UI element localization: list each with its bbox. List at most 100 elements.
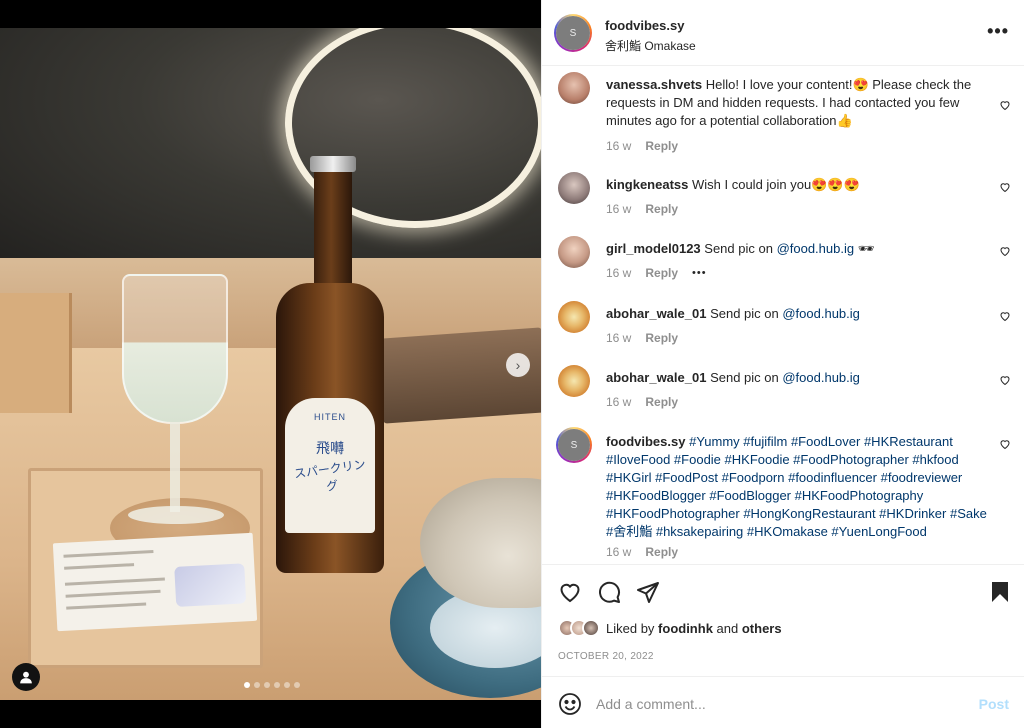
- avatar-image: S: [558, 429, 590, 461]
- more-icon[interactable]: •••: [987, 22, 1009, 40]
- comment-text: abohar_wale_01 Send pic on @food.hub.ig: [606, 369, 991, 387]
- comment-like-button[interactable]: [999, 181, 1011, 193]
- carousel-next-button[interactable]: ›: [506, 353, 530, 377]
- carousel-dot: [274, 682, 280, 688]
- comment-time[interactable]: 16 w: [606, 202, 631, 216]
- comment-input[interactable]: [596, 691, 956, 717]
- emoji-icon: [559, 693, 581, 715]
- comments-list[interactable]: vanessa.shvets Hello! I love your conten…: [542, 67, 1024, 564]
- heart-icon: [1000, 101, 1010, 111]
- avatar[interactable]: [558, 301, 590, 333]
- photo-bottle-cap: [310, 156, 356, 172]
- comment-like-button[interactable]: [999, 310, 1011, 322]
- comment-text: vanessa.shvets Hello! I love your conten…: [606, 76, 991, 130]
- comment-body: Send pic on: [710, 370, 783, 385]
- save-button[interactable]: [988, 580, 1012, 604]
- carousel-dot: [284, 682, 290, 688]
- photo-bottle-neck: [314, 162, 352, 292]
- post-photo[interactable]: HITEN 飛囀 スパークリング: [0, 28, 541, 700]
- comment-options-icon[interactable]: •••: [692, 267, 707, 279]
- caption-username[interactable]: foodvibes.sy: [606, 434, 685, 449]
- post-comment-button[interactable]: Post: [979, 696, 1009, 712]
- reply-button[interactable]: Reply: [645, 545, 678, 559]
- reply-button[interactable]: Reply: [645, 331, 678, 345]
- comment-meta: 16 w Reply: [606, 202, 678, 216]
- photo-bottle-label: HITEN 飛囀 スパークリング: [285, 398, 375, 533]
- likes-text: Liked by foodinhk and others: [606, 621, 782, 636]
- reply-button[interactable]: Reply: [645, 139, 678, 153]
- comment-time[interactable]: 16 w: [606, 139, 631, 153]
- comment-username[interactable]: abohar_wale_01: [606, 370, 706, 385]
- mention-link[interactable]: @food.hub.ig: [782, 370, 860, 385]
- caption-text: foodvibes.sy #Yummy #fujifilm #FoodLover…: [606, 433, 991, 541]
- post-location[interactable]: 舍利鮨 Omakase: [605, 37, 696, 54]
- caption-hashtags[interactable]: #Yummy #fujifilm #FoodLover #HKRestauran…: [606, 434, 987, 539]
- comment-username[interactable]: vanessa.shvets: [606, 77, 702, 92]
- carousel-dot: [254, 682, 260, 688]
- add-comment-bar: Post: [542, 676, 1024, 728]
- comment-text: kingkeneatss Wish I could join you😍😍😍: [606, 176, 991, 194]
- mention-link[interactable]: @food.hub.ig: [777, 241, 855, 256]
- comment-time[interactable]: 16 w: [606, 331, 631, 345]
- comment-like-button[interactable]: [999, 374, 1011, 386]
- avatar[interactable]: [558, 365, 590, 397]
- comment-like-button[interactable]: [999, 99, 1011, 111]
- comment-body: Wish I could join you😍😍😍: [692, 177, 860, 192]
- reply-button[interactable]: Reply: [645, 202, 678, 216]
- avatar-image: S: [556, 16, 590, 50]
- likes-user[interactable]: foodinhk: [658, 621, 713, 636]
- share-button[interactable]: [636, 580, 660, 604]
- comment-text: girl_model0123 Send pic on @food.hub.ig …: [606, 240, 991, 258]
- carousel-dot: [294, 682, 300, 688]
- avatar[interactable]: [558, 72, 590, 104]
- comment-meta: 16 w Reply: [606, 139, 678, 153]
- chevron-right-icon: ›: [515, 357, 521, 373]
- action-bar: Liked by foodinhk and others OCTOBER 20,…: [542, 564, 1024, 676]
- photo-wine-glass: [122, 274, 228, 424]
- carousel-dot: [244, 682, 250, 688]
- share-icon: [637, 582, 659, 603]
- post-date[interactable]: OCTOBER 20, 2022: [558, 651, 654, 662]
- like-button[interactable]: [558, 580, 582, 604]
- instagram-post-modal: HITEN 飛囀 スパークリング › S foodvibes.sy 舍利鮨 Om…: [0, 0, 1024, 728]
- bookmark-icon: [992, 582, 1008, 602]
- photo-glass-stem: [170, 422, 180, 512]
- comment-time[interactable]: 16 w: [606, 266, 631, 280]
- carousel-dot: [264, 682, 270, 688]
- likes-prefix: Liked by: [606, 620, 659, 636]
- avatar[interactable]: [558, 236, 590, 268]
- heart-icon: [1000, 247, 1010, 257]
- heart-icon: [1000, 183, 1010, 193]
- avatar[interactable]: [582, 619, 600, 637]
- likes-others[interactable]: others: [742, 621, 782, 636]
- comment-meta: 16 w Reply: [606, 395, 678, 409]
- comment-meta: 16 w Reply: [606, 331, 678, 345]
- photo-wooden-box: [0, 293, 72, 413]
- heart-icon: [1000, 376, 1010, 386]
- post-header: S foodvibes.sy 舍利鮨 Omakase •••: [542, 0, 1024, 66]
- comment-username[interactable]: kingkeneatss: [606, 177, 688, 192]
- comment-username[interactable]: abohar_wale_01: [606, 306, 706, 321]
- comment-time[interactable]: 16 w: [606, 395, 631, 409]
- side-pane: S foodvibes.sy 舍利鮨 Omakase ••• vanessa.s…: [541, 0, 1024, 728]
- tagged-users-button[interactable]: [12, 663, 40, 691]
- avatar[interactable]: [558, 172, 590, 204]
- heart-icon: [1000, 440, 1010, 450]
- avatar[interactable]: S: [554, 14, 592, 52]
- avatar[interactable]: S: [556, 427, 592, 463]
- comment-like-button[interactable]: [999, 245, 1011, 257]
- post-username[interactable]: foodvibes.sy: [605, 18, 684, 33]
- emoji-button[interactable]: [558, 692, 582, 716]
- reply-button[interactable]: Reply: [645, 266, 678, 280]
- comment-button[interactable]: [597, 580, 621, 604]
- media-pane: HITEN 飛囀 スパークリング ›: [0, 0, 541, 728]
- likes-row: Liked by foodinhk and others: [558, 619, 782, 637]
- comment-like-button[interactable]: [999, 438, 1011, 450]
- comment-time[interactable]: 16 w: [606, 545, 631, 559]
- comment-body: Send pic on: [710, 306, 783, 321]
- comment-username[interactable]: girl_model0123: [606, 241, 701, 256]
- photo-glass-foot: [128, 506, 224, 524]
- mention-link[interactable]: @food.hub.ig: [782, 306, 860, 321]
- photo-menu-card: [52, 532, 258, 632]
- reply-button[interactable]: Reply: [645, 395, 678, 409]
